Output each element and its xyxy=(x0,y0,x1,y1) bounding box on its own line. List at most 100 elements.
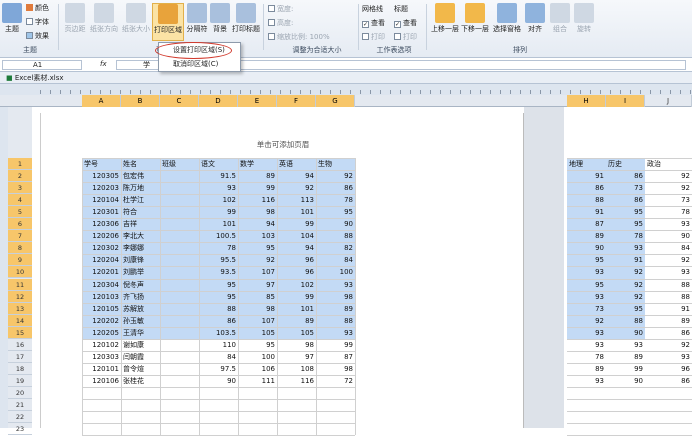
bring-forward-icon xyxy=(435,3,455,23)
scale-group-label: 调整为合适大小 xyxy=(292,46,342,54)
column-header[interactable]: F xyxy=(277,95,316,107)
column-header[interactable]: B xyxy=(121,95,160,107)
column-header[interactable]: D xyxy=(199,95,238,107)
orientation-icon xyxy=(94,3,114,23)
formula-bar: A1 fx 学 xyxy=(0,58,692,72)
background-icon xyxy=(210,3,230,23)
theme-icon xyxy=(2,3,22,23)
ruler-tick xyxy=(390,90,391,94)
bring-forward-button[interactable]: 上移一层 xyxy=(430,3,460,34)
row-header[interactable]: 17 xyxy=(8,351,32,363)
row-header[interactable]: 8 xyxy=(8,242,32,255)
vertical-ruler xyxy=(0,107,8,428)
print-titles-icon xyxy=(236,3,256,23)
ruler-tick xyxy=(540,90,541,94)
ruler-tick xyxy=(690,90,691,94)
column-header[interactable]: I xyxy=(606,95,645,107)
column-header[interactable]: E xyxy=(238,95,277,107)
check-icon: ✓ xyxy=(394,21,401,28)
colors-icon xyxy=(26,4,33,11)
row-header[interactable]: 3 xyxy=(8,182,32,195)
headings-print-checkbox[interactable]: 打印 xyxy=(394,32,417,42)
width-field[interactable]: 宽度: xyxy=(268,4,293,14)
row-header[interactable]: 16 xyxy=(8,339,32,351)
row-header[interactable]: 18 xyxy=(8,363,32,375)
align-button[interactable]: 对齐 xyxy=(524,3,546,34)
row-header[interactable]: 22 xyxy=(8,411,32,424)
size-button[interactable]: 纸张大小 xyxy=(120,3,152,34)
effects-icon xyxy=(26,32,33,39)
effects-button[interactable]: 效果 xyxy=(26,31,49,41)
row-header[interactable]: 15 xyxy=(8,326,32,339)
column-header[interactable]: C xyxy=(160,95,199,107)
ruler-tick xyxy=(430,90,431,94)
row-header[interactable]: 1 xyxy=(8,158,32,170)
row-header[interactable]: 2 xyxy=(8,170,32,183)
row-header[interactable]: 21 xyxy=(8,399,32,411)
page-right xyxy=(564,113,692,428)
ruler-tick xyxy=(140,90,141,94)
row-header[interactable]: 9 xyxy=(8,254,32,267)
column-header[interactable]: H xyxy=(567,95,606,107)
ruler-tick xyxy=(320,90,321,94)
print-area-button[interactable]: 打印区域 xyxy=(152,3,184,41)
send-backward-button[interactable]: 下移一层 xyxy=(460,3,490,34)
column-header[interactable]: G xyxy=(316,95,355,107)
ruler-tick xyxy=(80,90,81,94)
theme-button[interactable]: 主题 xyxy=(2,3,22,34)
name-box[interactable]: A1 xyxy=(2,60,82,70)
row-header[interactable]: 5 xyxy=(8,206,32,219)
row-header[interactable]: 19 xyxy=(8,375,32,387)
workbook-tab[interactable]: ■ Excel素材.xlsx xyxy=(6,73,64,83)
gridlines-view-checkbox[interactable]: ✓ 查看 xyxy=(362,18,385,28)
page-left: 单击可添加页眉 xyxy=(40,113,524,428)
align-icon xyxy=(525,3,545,23)
headings-label: 标题 xyxy=(394,5,408,13)
fx-icon[interactable]: fx xyxy=(100,60,107,68)
print-titles-button[interactable]: 打印标题 xyxy=(231,3,261,34)
row-header[interactable]: 10 xyxy=(8,266,32,279)
selection-pane-button[interactable]: 选择窗格 xyxy=(490,3,524,34)
row-header[interactable]: 12 xyxy=(8,290,32,303)
scale-field[interactable]: 缩放比例: 100% xyxy=(268,32,330,42)
breaks-button[interactable]: 分隔符 xyxy=(185,3,209,34)
ruler-tick xyxy=(500,90,501,94)
ruler-tick xyxy=(200,90,201,94)
row-header[interactable]: 4 xyxy=(8,194,32,207)
ruler-tick xyxy=(420,90,421,94)
ruler-tick xyxy=(70,90,71,94)
gridlines-print-checkbox[interactable]: 打印 xyxy=(362,32,385,42)
ruler-tick xyxy=(250,90,251,94)
ruler-tick xyxy=(490,90,491,94)
row-header[interactable]: 11 xyxy=(8,278,32,291)
rotate-button[interactable]: 旋转 xyxy=(572,3,596,34)
group-button[interactable]: 组合 xyxy=(548,3,572,34)
ruler-tick xyxy=(280,90,281,94)
row-header[interactable]: 6 xyxy=(8,218,32,231)
height-field[interactable]: 高度: xyxy=(268,18,293,28)
row-header[interactable]: 7 xyxy=(8,230,32,243)
row-header[interactable]: 20 xyxy=(8,387,32,399)
orientation-button[interactable]: 纸张方向 xyxy=(88,3,120,34)
row-header[interactable]: 14 xyxy=(8,314,32,327)
column-header[interactable]: A xyxy=(82,95,121,107)
ruler-tick xyxy=(310,90,311,94)
ruler-tick xyxy=(330,90,331,94)
colors-button[interactable]: 颜色 xyxy=(26,3,49,13)
row-header[interactable]: 23 xyxy=(8,423,32,436)
headings-view-checkbox[interactable]: ✓ 查看 xyxy=(394,18,417,28)
margins-button[interactable]: 页边距 xyxy=(62,3,88,34)
ruler-tick xyxy=(380,90,381,94)
row-header[interactable]: 13 xyxy=(8,302,32,315)
column-header-bar: ABCDEFG HIJ xyxy=(0,95,692,107)
background-button[interactable]: 背景 xyxy=(209,3,231,34)
rotate-icon xyxy=(574,3,594,23)
margins-icon xyxy=(65,3,85,23)
theme-group-label: 主题 xyxy=(23,46,37,54)
ruler-tick xyxy=(100,90,101,94)
fonts-button[interactable]: 字体 xyxy=(26,17,49,27)
header-hint[interactable]: 单击可添加页眉 xyxy=(41,139,525,150)
column-header[interactable]: J xyxy=(645,95,692,107)
ruler-tick xyxy=(560,90,561,94)
clear-print-area-item[interactable]: 取消印区域(C) xyxy=(159,57,240,71)
